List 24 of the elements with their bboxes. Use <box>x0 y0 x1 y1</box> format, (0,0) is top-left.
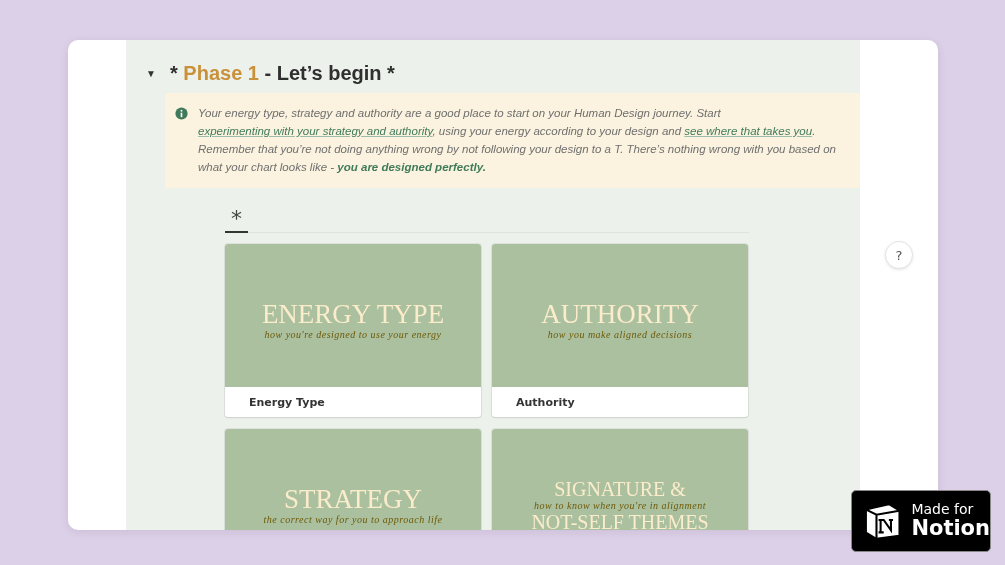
card-title: Energy Type <box>249 395 325 409</box>
badge-brand: Notion <box>911 517 990 541</box>
cover-title: ENERGY TYPE <box>261 300 445 328</box>
cover-title: NOT-SELF THEMES <box>531 512 709 530</box>
callout-text: Your energy type, strategy and authority are a good place to start on your Human Design journey. Start experimenting with your strategy and authority, using your energy according to your design and see where that takes you. Remember that you’re not doing anything wrong by not following your design to a T. There’s nothing wrong with you based on what your chart looks like - you are designed perfectly. <box>198 106 837 175</box>
cover-tagline: how you make aligned decisions <box>547 328 693 340</box>
card-title: Authority <box>516 395 575 409</box>
cover-tagline: the correct way for you to approach life <box>263 513 443 525</box>
info-icon <box>175 107 188 120</box>
toggle-button[interactable]: ▼ <box>144 68 158 79</box>
gallery-card[interactable]: SIGNATURE & how to know when you're in alignment NOT-SELF THEMES <box>492 429 748 530</box>
cover-title: STRATEGY <box>284 485 422 513</box>
cover-tagline: how you're designed to use your energy <box>264 328 442 340</box>
cover-title: SIGNATURE & <box>554 479 686 499</box>
view-tab[interactable]: * <box>225 204 248 233</box>
section-heading: * Phase 1 - Let’s begin * <box>170 62 395 85</box>
gallery-card[interactable]: AUTHORITY how you make aligned decisions Authority <box>492 244 748 417</box>
badge-label: Made for <box>911 501 975 518</box>
cover-tagline: how to know when you're in alignment <box>534 500 706 511</box>
help-button[interactable]: ? <box>885 241 913 269</box>
gallery-card[interactable]: ENERGY TYPE how you're designed to use your energy Energy Type <box>225 244 481 417</box>
gallery-card[interactable]: STRATEGY the correct way for you to approach life <box>225 429 481 530</box>
text-link[interactable]: experimenting with your strategy and authority <box>198 125 433 137</box>
cover-title: AUTHORITY <box>541 300 699 328</box>
